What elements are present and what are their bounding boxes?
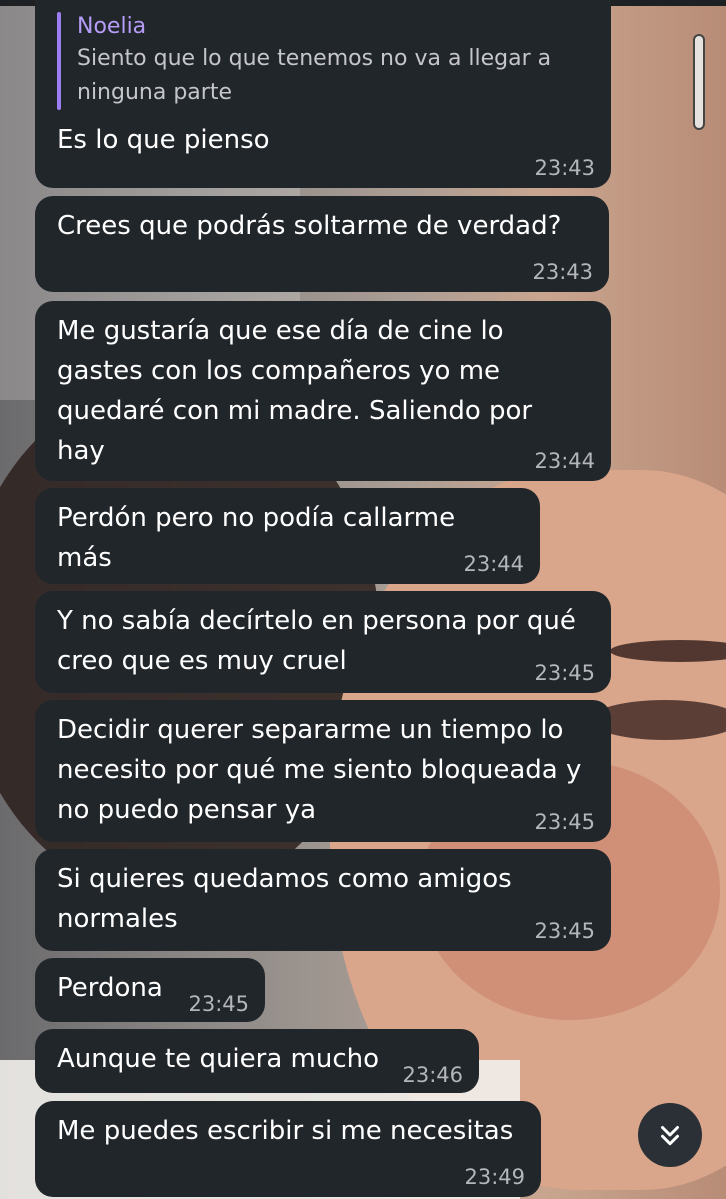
scroll-to-bottom-button[interactable]: [638, 1103, 702, 1167]
message-bubble[interactable]: Crees que podrás soltarme de verdad? 23:…: [35, 196, 609, 292]
reply-quote: Siento que lo que tenemos no va a llegar…: [77, 46, 552, 105]
message-bubble[interactable]: Perdona 23:45: [35, 958, 265, 1022]
message-time: 23:43: [534, 156, 595, 180]
reply-preview[interactable]: Noelia Siento que lo que tenemos no va a…: [57, 12, 589, 110]
message-text: Si quieres quedamos como amigos normales: [57, 864, 512, 934]
message-text: Aunque te quiera mucho: [57, 1044, 380, 1074]
message-time: 23:49: [464, 1165, 525, 1189]
message-bubble[interactable]: Me gustaría que ese día de cine lo gaste…: [35, 301, 611, 481]
message-bubble[interactable]: Decidir querer separarme un tiempo lo ne…: [35, 700, 611, 842]
message-time: 23:44: [534, 449, 595, 473]
message-bubble[interactable]: Perdón pero no podía callarme más 23:44: [35, 488, 540, 584]
message-time: 23:46: [402, 1063, 463, 1087]
message-bubble[interactable]: Aunque te quiera mucho 23:46: [35, 1029, 479, 1093]
message-text: Crees que podrás soltarme de verdad?: [57, 211, 562, 241]
chevrons-down-icon: [661, 1126, 679, 1146]
message-text: Me puedes escribir si me necesitas: [57, 1116, 514, 1146]
message-text: Me gustaría que ese día de cine lo gaste…: [57, 316, 533, 466]
message-time: 23:44: [463, 552, 524, 576]
message-text: Perdón pero no podía callarme más: [57, 503, 456, 573]
reply-accent-bar: [57, 12, 61, 110]
message-bubble[interactable]: Me puedes escribir si me necesitas 23:49: [35, 1101, 541, 1197]
message-time: 23:45: [534, 919, 595, 943]
scrollbar[interactable]: [693, 34, 705, 130]
message-time: 23:43: [532, 260, 593, 284]
message-text: Es lo que pienso: [57, 125, 270, 155]
message-bubble[interactable]: Si quieres quedamos como amigos normales…: [35, 849, 611, 951]
message-bubble[interactable]: Noelia Siento que lo que tenemos no va a…: [35, 0, 611, 188]
message-bubble[interactable]: Y no sabía decírtelo en persona por qué …: [35, 591, 611, 693]
message-text: Decidir querer separarme un tiempo lo ne…: [57, 715, 582, 825]
message-text: Y no sabía decírtelo en persona por qué …: [57, 606, 576, 676]
message-time: 23:45: [188, 992, 249, 1016]
message-time: 23:45: [534, 810, 595, 834]
message-time: 23:45: [534, 661, 595, 685]
reply-author: Noelia: [77, 14, 147, 39]
